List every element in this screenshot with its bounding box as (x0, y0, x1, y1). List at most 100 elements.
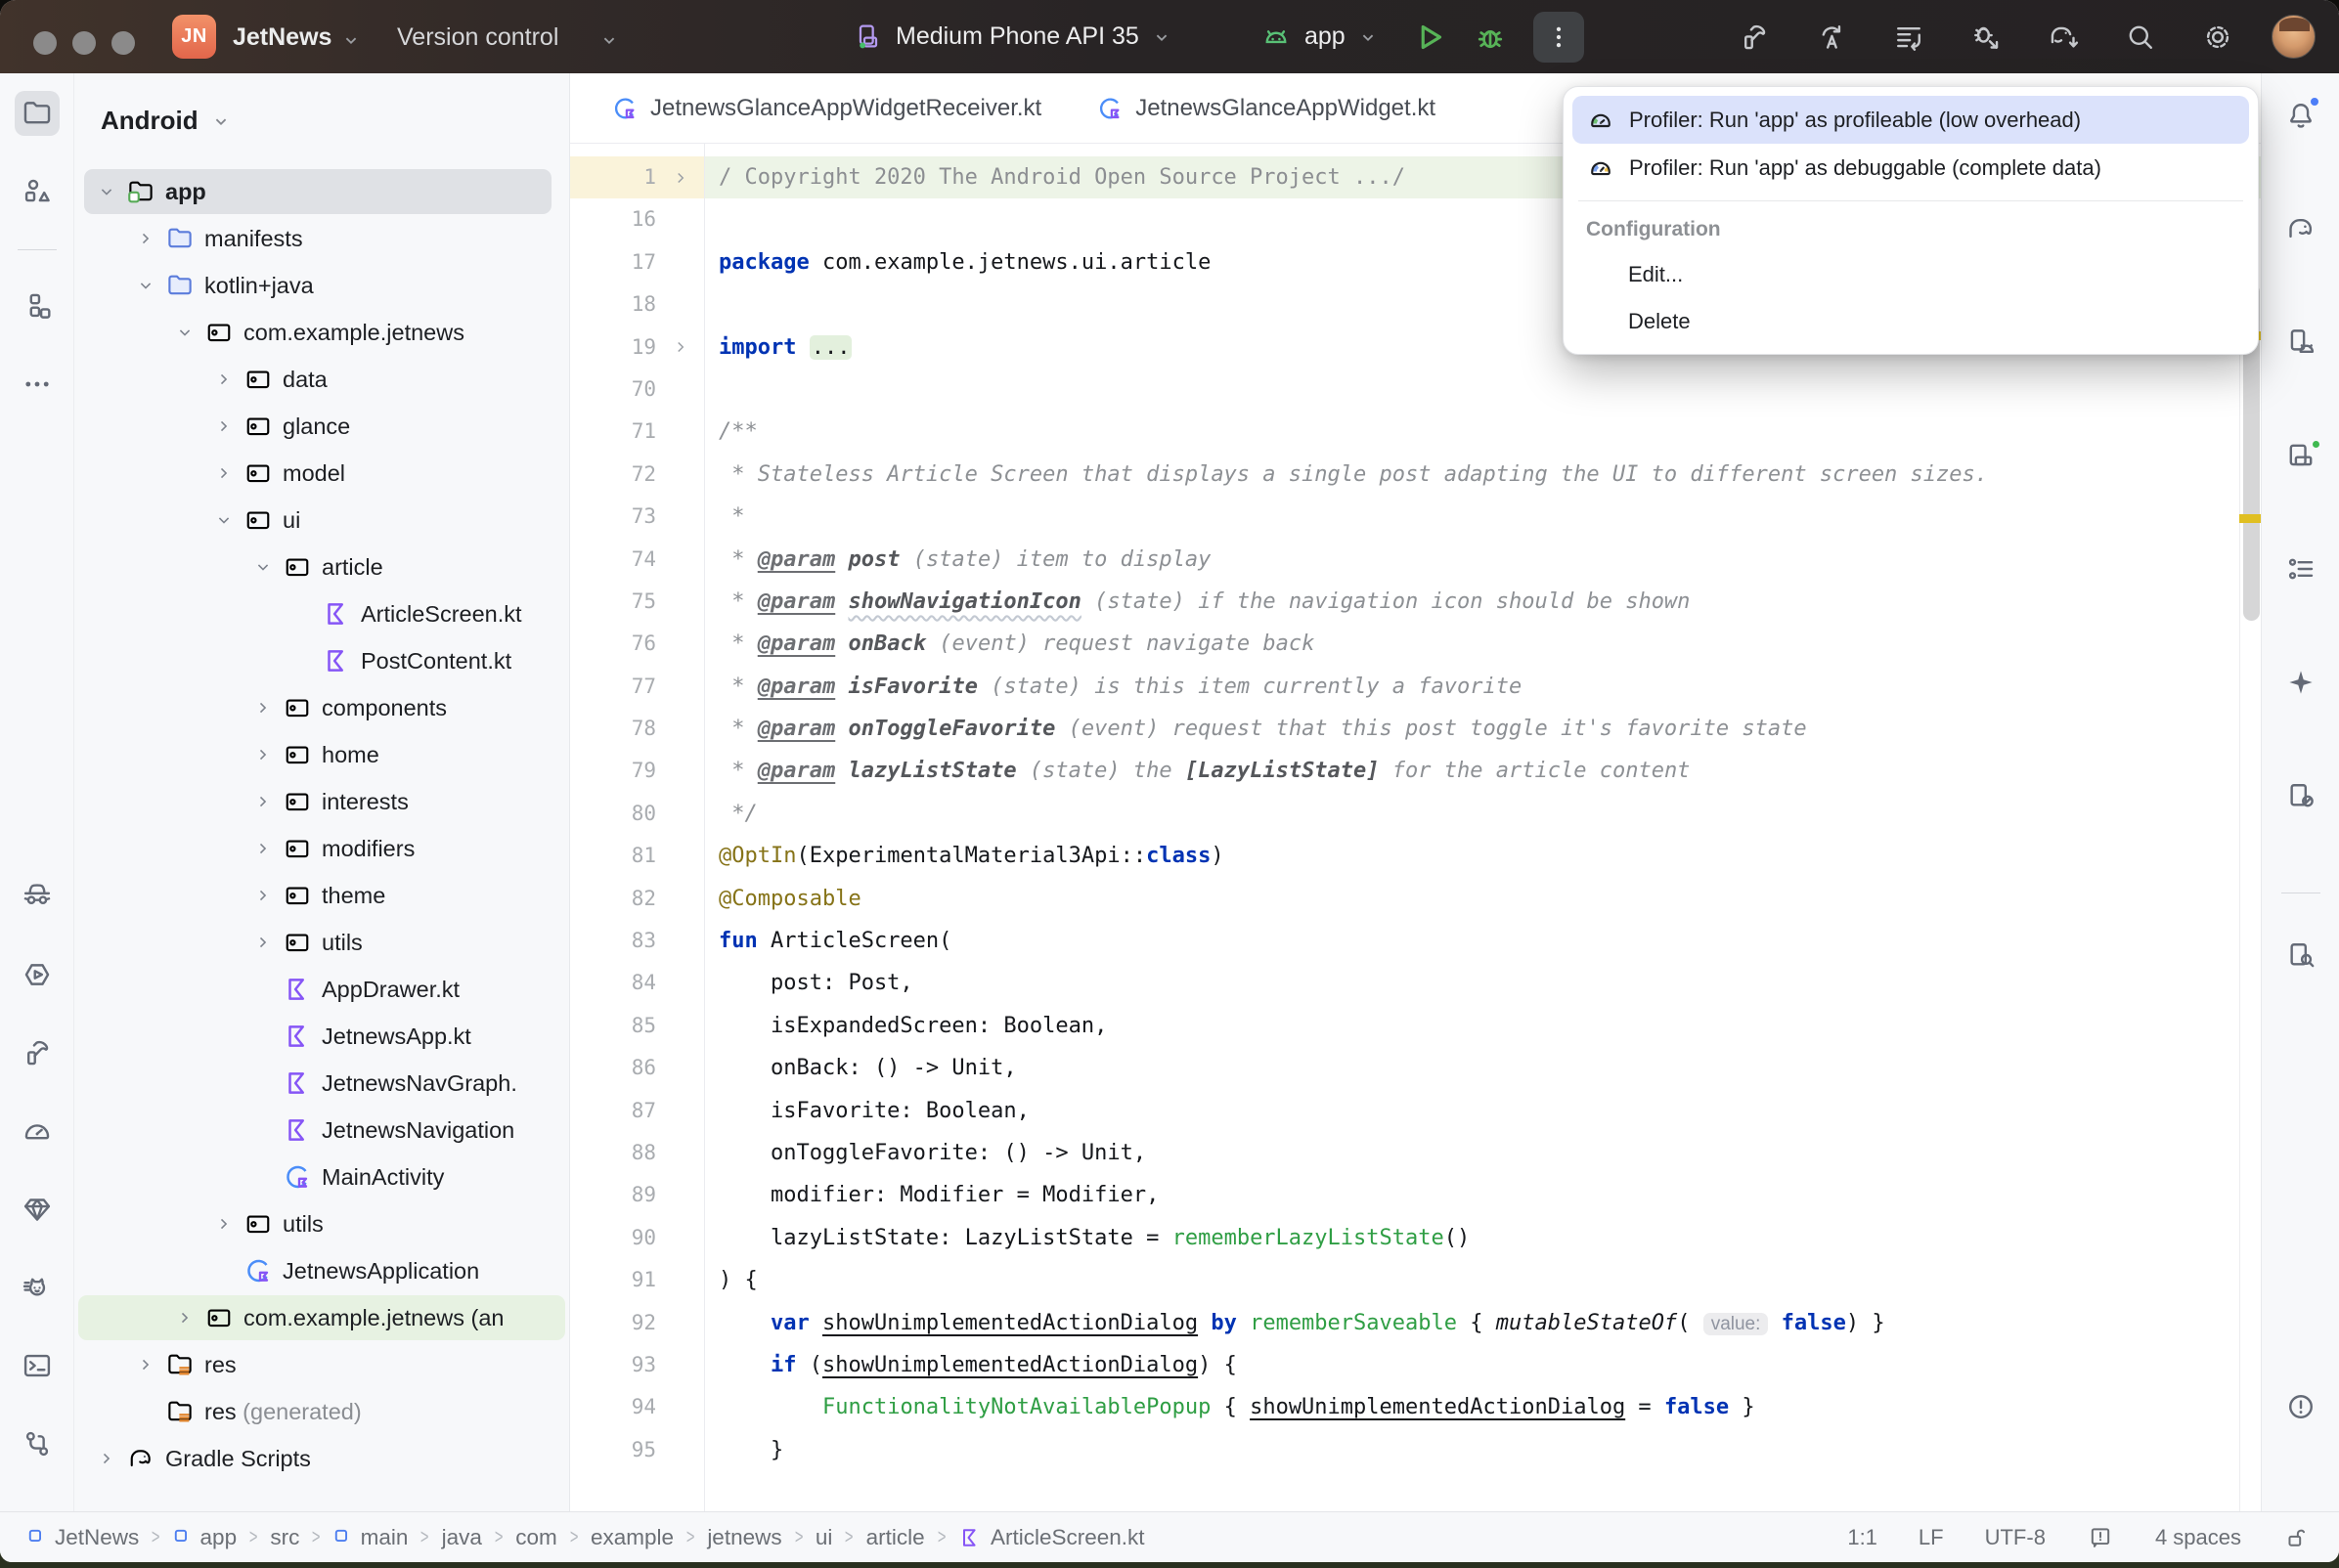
fold-arrow-icon[interactable] (672, 338, 689, 356)
code-line[interactable]: 89 modifier: Modifier = Modifier, (570, 1174, 2261, 1216)
status-1-1[interactable]: 1:1 (1847, 1525, 1877, 1550)
inspections-icon[interactable] (2087, 1524, 2114, 1551)
tree-item-jetnewsapplication[interactable]: JetnewsApplication (74, 1247, 569, 1294)
tree-item-mainactivity[interactable]: MainActivity (74, 1154, 569, 1200)
run-configuration-selector[interactable]: app (1259, 0, 1379, 73)
project-folder-icon[interactable] (15, 91, 60, 136)
code-line[interactable]: 94 FunctionalityNotAvailablePopup { show… (570, 1386, 2261, 1428)
tree-item-res[interactable]: res (74, 1341, 569, 1388)
breadcrumb-item[interactable]: ArticleScreen.kt (958, 1525, 1145, 1550)
resource-manager-icon[interactable] (15, 169, 60, 214)
popup-action-edit-[interactable]: Edit... (1572, 251, 2249, 298)
editor-tab-1[interactable]: JetnewsGlanceAppWidget.kt (1069, 73, 1463, 143)
notifications-icon[interactable] (2278, 93, 2323, 138)
breadcrumb-item[interactable]: example (591, 1525, 674, 1550)
code-line[interactable]: 90 lazyListState: LazyListState = rememb… (570, 1217, 2261, 1259)
code-line[interactable]: 91 ) { (570, 1259, 2261, 1301)
tree-chevron[interactable] (244, 698, 282, 718)
tree-item-postcontent-kt[interactable]: PostContent.kt (74, 637, 569, 684)
editor-tab-0[interactable]: JetnewsGlanceAppWidgetReceiver.kt (584, 73, 1069, 143)
vcs-menu[interactable]: Version control (397, 23, 558, 52)
code-line[interactable]: 80 */ (570, 793, 2261, 835)
tree-chevron[interactable] (127, 276, 164, 295)
app-inspection-icon[interactable] (15, 1187, 60, 1232)
fold-arrow-icon[interactable] (672, 169, 689, 187)
breadcrumb-item[interactable]: src (270, 1525, 299, 1550)
code-line[interactable]: 95 } (570, 1429, 2261, 1471)
app-quality-insights-icon[interactable] (15, 874, 60, 919)
tree-item-kotlin-java[interactable]: kotlin+java (74, 262, 569, 309)
breadcrumb-item[interactable]: ui (816, 1525, 833, 1550)
tree-chevron[interactable] (88, 182, 125, 201)
more-run-options-button[interactable] (1533, 12, 1584, 63)
apply-changes-icon[interactable] (1809, 15, 1854, 60)
tree-item-appdrawer-kt[interactable]: AppDrawer.kt (74, 966, 569, 1013)
tree-chevron[interactable] (205, 1214, 243, 1234)
popup-item[interactable]: Profiler: Run 'app' as profileable (low … (1572, 96, 2249, 144)
code-line[interactable]: 85 isExpandedScreen: Boolean, (570, 1005, 2261, 1047)
tree-chevron[interactable] (166, 323, 203, 342)
project-view-selector[interactable]: Android (74, 73, 569, 168)
tree-item-com-example-jetnews[interactable]: com.example.jetnews (74, 309, 569, 356)
tree-chevron[interactable] (127, 1355, 164, 1374)
device-explorer-icon[interactable] (2278, 933, 2323, 978)
tree-chevron[interactable] (244, 839, 282, 858)
tree-item-jetnewsnavgraph-[interactable]: JetnewsNavGraph. (74, 1060, 569, 1107)
more-tools-icon[interactable] (15, 362, 60, 407)
running-devices-icon[interactable] (2278, 433, 2323, 478)
gemini-icon[interactable] (2278, 660, 2323, 705)
profiler-tool-icon[interactable] (15, 1109, 60, 1154)
code-line[interactable]: 71 /** (570, 411, 2261, 453)
run-button[interactable] (1412, 20, 1447, 55)
tree-item-glance[interactable]: glance (74, 403, 569, 450)
execution-history-icon[interactable] (1886, 15, 1931, 60)
tree-chevron[interactable] (205, 416, 243, 436)
device-selector[interactable]: Medium Phone API 35 (853, 0, 1172, 73)
services-icon[interactable] (15, 952, 60, 997)
tree-item-jetnewsapp-kt[interactable]: JetnewsApp.kt (74, 1013, 569, 1060)
unlock-icon[interactable] (2282, 1524, 2310, 1551)
status-lf[interactable]: LF (1919, 1525, 1944, 1550)
breadcrumb-item[interactable]: java (442, 1525, 482, 1550)
code-line[interactable]: 72 * Stateless Article Screen that displ… (570, 454, 2261, 496)
tree-item-utils[interactable]: utils (74, 919, 569, 966)
code-line[interactable]: 76 * @param onBack (event) request navig… (570, 623, 2261, 665)
code-line[interactable]: 93 if (showUnimplementedActionDialog) { (570, 1344, 2261, 1386)
attach-debugger-icon[interactable] (1964, 15, 2008, 60)
tree-chevron[interactable] (166, 1308, 203, 1328)
debug-button[interactable] (1473, 20, 1508, 55)
breadcrumb-item[interactable]: main (333, 1525, 409, 1550)
tree-chevron[interactable] (127, 229, 164, 248)
structure-icon[interactable] (15, 283, 60, 328)
terminal-icon[interactable] (15, 1343, 60, 1388)
settings-icon[interactable] (2195, 15, 2240, 60)
code-line[interactable]: 73 * (570, 496, 2261, 538)
logcat-icon[interactable] (15, 1265, 60, 1310)
tree-item-data[interactable]: data (74, 356, 569, 403)
code-line[interactable]: 70 (570, 369, 2261, 411)
user-avatar[interactable] (2272, 15, 2316, 59)
window-controls[interactable] (33, 31, 135, 55)
tree-chevron[interactable] (244, 792, 282, 811)
tree-item-res[interactable]: res (generated) (74, 1388, 569, 1435)
tree-item-articlescreen-kt[interactable]: ArticleScreen.kt (74, 590, 569, 637)
popup-item[interactable]: Profiler: Run 'app' as debuggable (compl… (1572, 144, 2249, 192)
tree-item-theme[interactable]: theme (74, 872, 569, 919)
search-everywhere-icon[interactable] (2118, 15, 2163, 60)
tree-item-jetnewsnavigation[interactable]: JetnewsNavigation (74, 1107, 569, 1154)
project-logo[interactable]: JN (172, 15, 216, 59)
code-line[interactable]: 79 * @param lazyListState (state) the [L… (570, 750, 2261, 792)
code-line[interactable]: 77 * @param isFavorite (state) is this i… (570, 666, 2261, 708)
code-line[interactable]: 88 onToggleFavorite: () -> Unit, (570, 1132, 2261, 1174)
code-line[interactable]: 84 post: Post, (570, 962, 2261, 1004)
build-variants-icon[interactable] (2278, 546, 2323, 591)
code-line[interactable]: 82 @Composable (570, 878, 2261, 920)
tree-item-utils[interactable]: utils (74, 1200, 569, 1247)
tree-chevron[interactable] (205, 510, 243, 530)
tree-item-components[interactable]: components (74, 684, 569, 731)
tree-item-ui[interactable]: ui (74, 497, 569, 544)
tree-item-interests[interactable]: interests (74, 778, 569, 825)
device-mirror-icon[interactable] (2278, 773, 2323, 818)
code-line[interactable]: 74 * @param post (state) item to display (570, 539, 2261, 581)
tree-chevron[interactable] (244, 745, 282, 764)
